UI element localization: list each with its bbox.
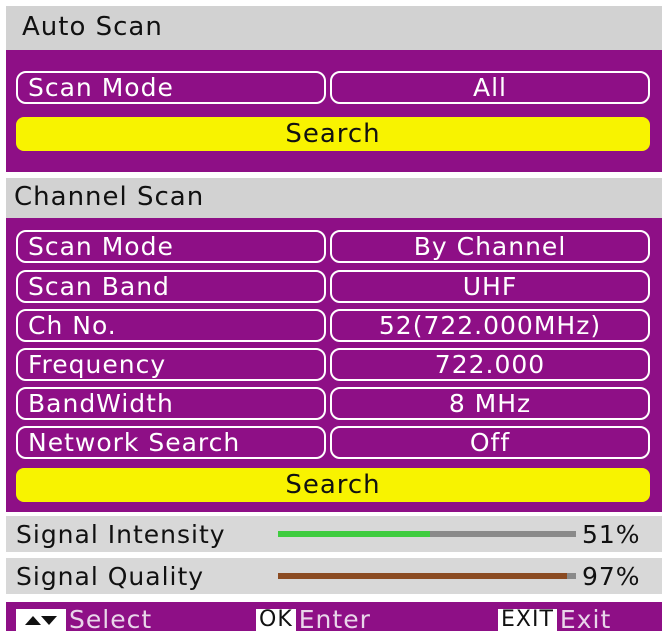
channel-scan-row[interactable]: Scan Mode By Channel: [16, 230, 650, 263]
row-value[interactable]: UHF: [330, 270, 650, 303]
channel-scan-row[interactable]: Ch No. 52(722.000MHz): [16, 309, 650, 342]
enter-hint: OK Enter: [256, 605, 371, 634]
row-label: Network Search: [16, 426, 326, 459]
signal-intensity-fill: [278, 531, 430, 537]
select-label: Select: [69, 605, 153, 634]
signal-quality-row: Signal Quality 97%: [6, 558, 662, 594]
channel-scan-row[interactable]: Scan Band UHF: [16, 270, 650, 303]
row-label: Ch No.: [16, 309, 326, 342]
ok-key: OK: [256, 607, 296, 632]
row-value[interactable]: 8 MHz: [330, 387, 650, 420]
row-value[interactable]: 722.000: [330, 348, 650, 381]
row-label: Frequency: [16, 348, 326, 381]
row-label: Scan Band: [16, 270, 326, 303]
scan-screen: Auto Scan Scan Mode All Search Channel S…: [6, 6, 662, 634]
channel-scan-panel: Scan Mode By Channel Scan Band UHF Ch No…: [6, 218, 662, 512]
channel-scan-row[interactable]: BandWidth 8 MHz: [16, 387, 650, 420]
signal-quality-percent: 97%: [582, 561, 641, 591]
row-value[interactable]: By Channel: [330, 230, 650, 263]
signal-intensity-percent: 51%: [582, 519, 641, 549]
auto-scan-search-button[interactable]: Search: [16, 117, 650, 151]
row-value[interactable]: 52(722.000MHz): [330, 309, 650, 342]
exit-key: EXIT: [498, 607, 557, 632]
signal-intensity-row: Signal Intensity 51%: [6, 516, 662, 552]
signal-quality-bar: [278, 573, 576, 579]
channel-scan-search-button[interactable]: Search: [16, 468, 650, 502]
channel-scan-title: Channel Scan: [6, 178, 662, 218]
channel-scan-row[interactable]: Frequency 722.000: [16, 348, 650, 381]
auto-scan-panel: Scan Mode All Search: [6, 50, 662, 172]
exit-label: Exit: [559, 605, 612, 634]
signal-quality-fill: [278, 573, 568, 579]
exit-hint: EXIT Exit: [498, 605, 611, 634]
row-label: BandWidth: [16, 387, 326, 420]
up-down-arrows-icon: [16, 608, 66, 631]
signal-quality-label: Signal Quality: [16, 561, 205, 591]
auto-scan-title: Auto Scan: [6, 6, 662, 50]
channel-scan-row[interactable]: Network Search Off: [16, 426, 650, 459]
enter-label: Enter: [298, 605, 371, 634]
scan-mode-label: Scan Mode: [16, 71, 326, 104]
auto-scan-mode-row[interactable]: Scan Mode All: [16, 71, 650, 104]
signal-intensity-bar: [278, 531, 576, 537]
scan-mode-value[interactable]: All: [330, 71, 650, 104]
footer-help-bar: Select OK Enter EXIT Exit: [6, 602, 662, 634]
select-hint: Select: [16, 605, 152, 634]
row-label: Scan Mode: [16, 230, 326, 263]
signal-intensity-label: Signal Intensity: [16, 519, 226, 549]
row-value[interactable]: Off: [330, 426, 650, 459]
